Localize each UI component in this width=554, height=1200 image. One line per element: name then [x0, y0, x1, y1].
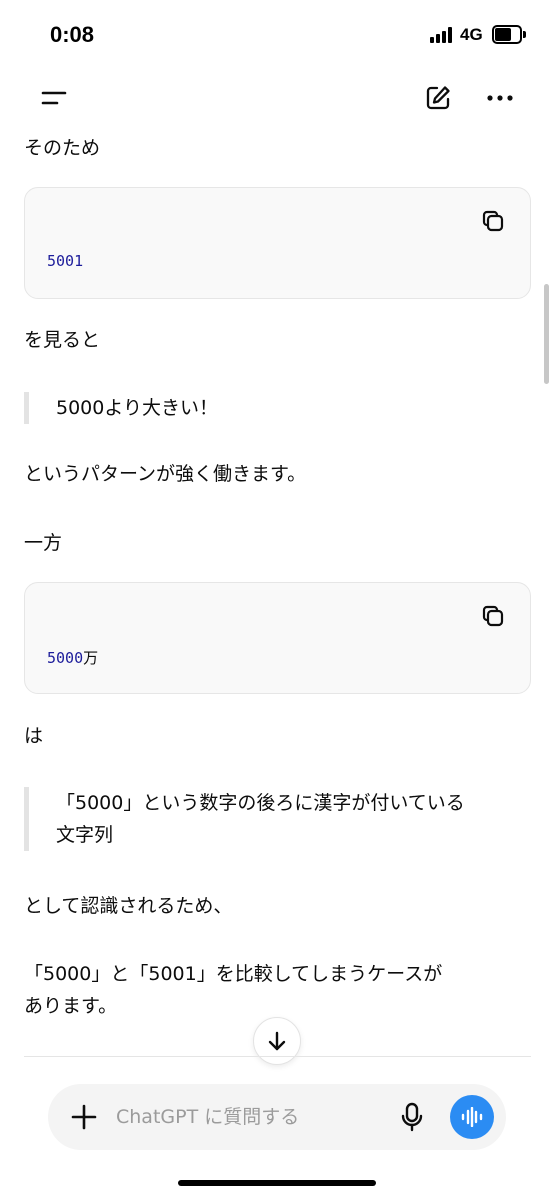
- plus-icon: [71, 1104, 97, 1130]
- copy-code-button[interactable]: [480, 208, 506, 234]
- more-options-button[interactable]: [478, 76, 522, 120]
- attach-button[interactable]: [62, 1095, 106, 1139]
- new-chat-edit-icon: [426, 86, 450, 110]
- voice-mode-button[interactable]: [450, 1095, 494, 1139]
- divider: [24, 1056, 531, 1057]
- network-type: 4G: [460, 25, 483, 44]
- top-nav: [0, 74, 554, 124]
- message-text: として認識されるため、: [24, 895, 233, 917]
- message-text: は: [24, 725, 44, 747]
- message-text: を見ると: [24, 329, 101, 351]
- assistant-message: そのため 5001 を見ると 5000より大きい！ というパターンが強く働きます…: [24, 124, 532, 1054]
- scrollbar[interactable]: [544, 284, 549, 384]
- cellular-signal-icon: [430, 27, 454, 43]
- menu-icon: [41, 91, 67, 105]
- status-bar: 0:08 4G: [0, 0, 554, 70]
- code-text: 5001: [47, 252, 84, 270]
- scroll-to-bottom-button[interactable]: [253, 1017, 301, 1065]
- new-chat-button[interactable]: [416, 76, 460, 120]
- status-time: 0:08: [50, 22, 95, 47]
- copy-icon: [482, 605, 504, 627]
- copy-icon: [482, 210, 504, 232]
- dictate-button[interactable]: [390, 1095, 434, 1139]
- composer: [48, 1084, 506, 1150]
- message-text: 「5000」と「5001」を比較してしまうケースが あります。: [24, 963, 443, 1017]
- message-input[interactable]: [116, 1096, 386, 1138]
- message-text: 一方: [24, 532, 63, 554]
- code-block: 5001: [24, 187, 531, 299]
- menu-button[interactable]: [32, 76, 76, 120]
- code-text: 5000万: [47, 649, 99, 667]
- battery-icon: [492, 25, 526, 44]
- microphone-icon: [401, 1102, 423, 1132]
- message-text: というパターンが強く働きます。: [24, 463, 307, 485]
- home-indicator: [178, 1180, 376, 1186]
- more-horizontal-icon: [487, 95, 513, 101]
- blockquote: 5000より大きい！: [24, 392, 218, 424]
- code-block: 5000万: [24, 582, 531, 694]
- blockquote: 「5000」という数字の後ろに漢字が付いている 文字列: [24, 787, 465, 851]
- copy-code-button[interactable]: [480, 603, 506, 629]
- voice-waveform-icon: [461, 1107, 483, 1127]
- message-text: そのため: [24, 137, 101, 159]
- arrow-down-icon: [268, 1031, 286, 1051]
